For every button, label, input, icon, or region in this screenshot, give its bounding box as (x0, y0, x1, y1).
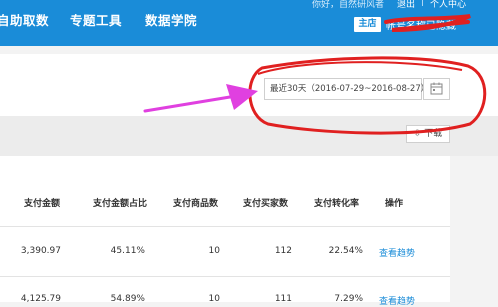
cell-goods: 10 (208, 294, 220, 304)
cell-ratio: 45.11% (110, 246, 145, 256)
download-label: 下载 (424, 129, 443, 139)
download-button[interactable]: ⇩ 下载 (406, 125, 450, 143)
account-name[interactable]: 帐号名称已隐藏 (386, 17, 456, 32)
row-divider (0, 226, 450, 227)
top-nav-bar: 自助取数 专题工具 数据学院 你好，自然研风者 退出 | 个人中心 主店 帐号名… (0, 0, 498, 46)
cell-goods: 10 (208, 246, 220, 256)
cell-amount: 4,125.79 (20, 294, 61, 304)
column-header-buyers: 支付买家数 (243, 199, 289, 209)
store-badge: 主店 (354, 17, 381, 32)
cell-buyers: 111 (274, 294, 292, 304)
page-gutter (450, 156, 498, 302)
data-table: 支付金额 支付金额占比 支付商品数 支付买家数 支付转化率 操作 3,390.9… (0, 156, 450, 307)
greeting-text: 你好，自然研风者 (312, 0, 385, 10)
calendar-icon (430, 82, 443, 95)
column-header-goods: 支付商品数 (173, 199, 219, 209)
logout-link[interactable]: 退出 (397, 0, 415, 10)
date-range-text: 最近30天（2016-07-29~2016-08-27） (270, 84, 430, 94)
view-trend-link[interactable]: 查看趋势 (379, 246, 415, 259)
date-range-selector[interactable]: 最近30天（2016-07-29~2016-08-27） (264, 78, 429, 100)
cell-amount: 3,390.97 (20, 246, 61, 256)
cell-conversion: 22.54% (328, 246, 363, 256)
cell-ratio: 54.89% (110, 294, 145, 304)
nav-item-self-service[interactable]: 自助取数 (0, 10, 49, 29)
nav-item-data-academy[interactable]: 数据学院 (145, 10, 197, 29)
cell-buyers: 112 (274, 246, 292, 256)
view-trend-link[interactable]: 查看趋势 (379, 294, 415, 307)
personal-center-link[interactable]: 个人中心 (430, 0, 466, 10)
column-header-amount: 支付金额 (24, 199, 61, 209)
column-header-conversion: 支付转化率 (314, 199, 360, 209)
cell-conversion: 7.29% (334, 294, 363, 304)
nav-item-special-tools[interactable]: 专题工具 (70, 10, 122, 29)
column-header-action: 操作 (385, 199, 404, 209)
column-header-amount-ratio: 支付金额占比 (93, 199, 148, 209)
nav-divider: | (421, 0, 425, 7)
download-icon: ⇩ (413, 129, 422, 139)
row-divider (0, 276, 450, 277)
calendar-button[interactable] (423, 78, 450, 100)
